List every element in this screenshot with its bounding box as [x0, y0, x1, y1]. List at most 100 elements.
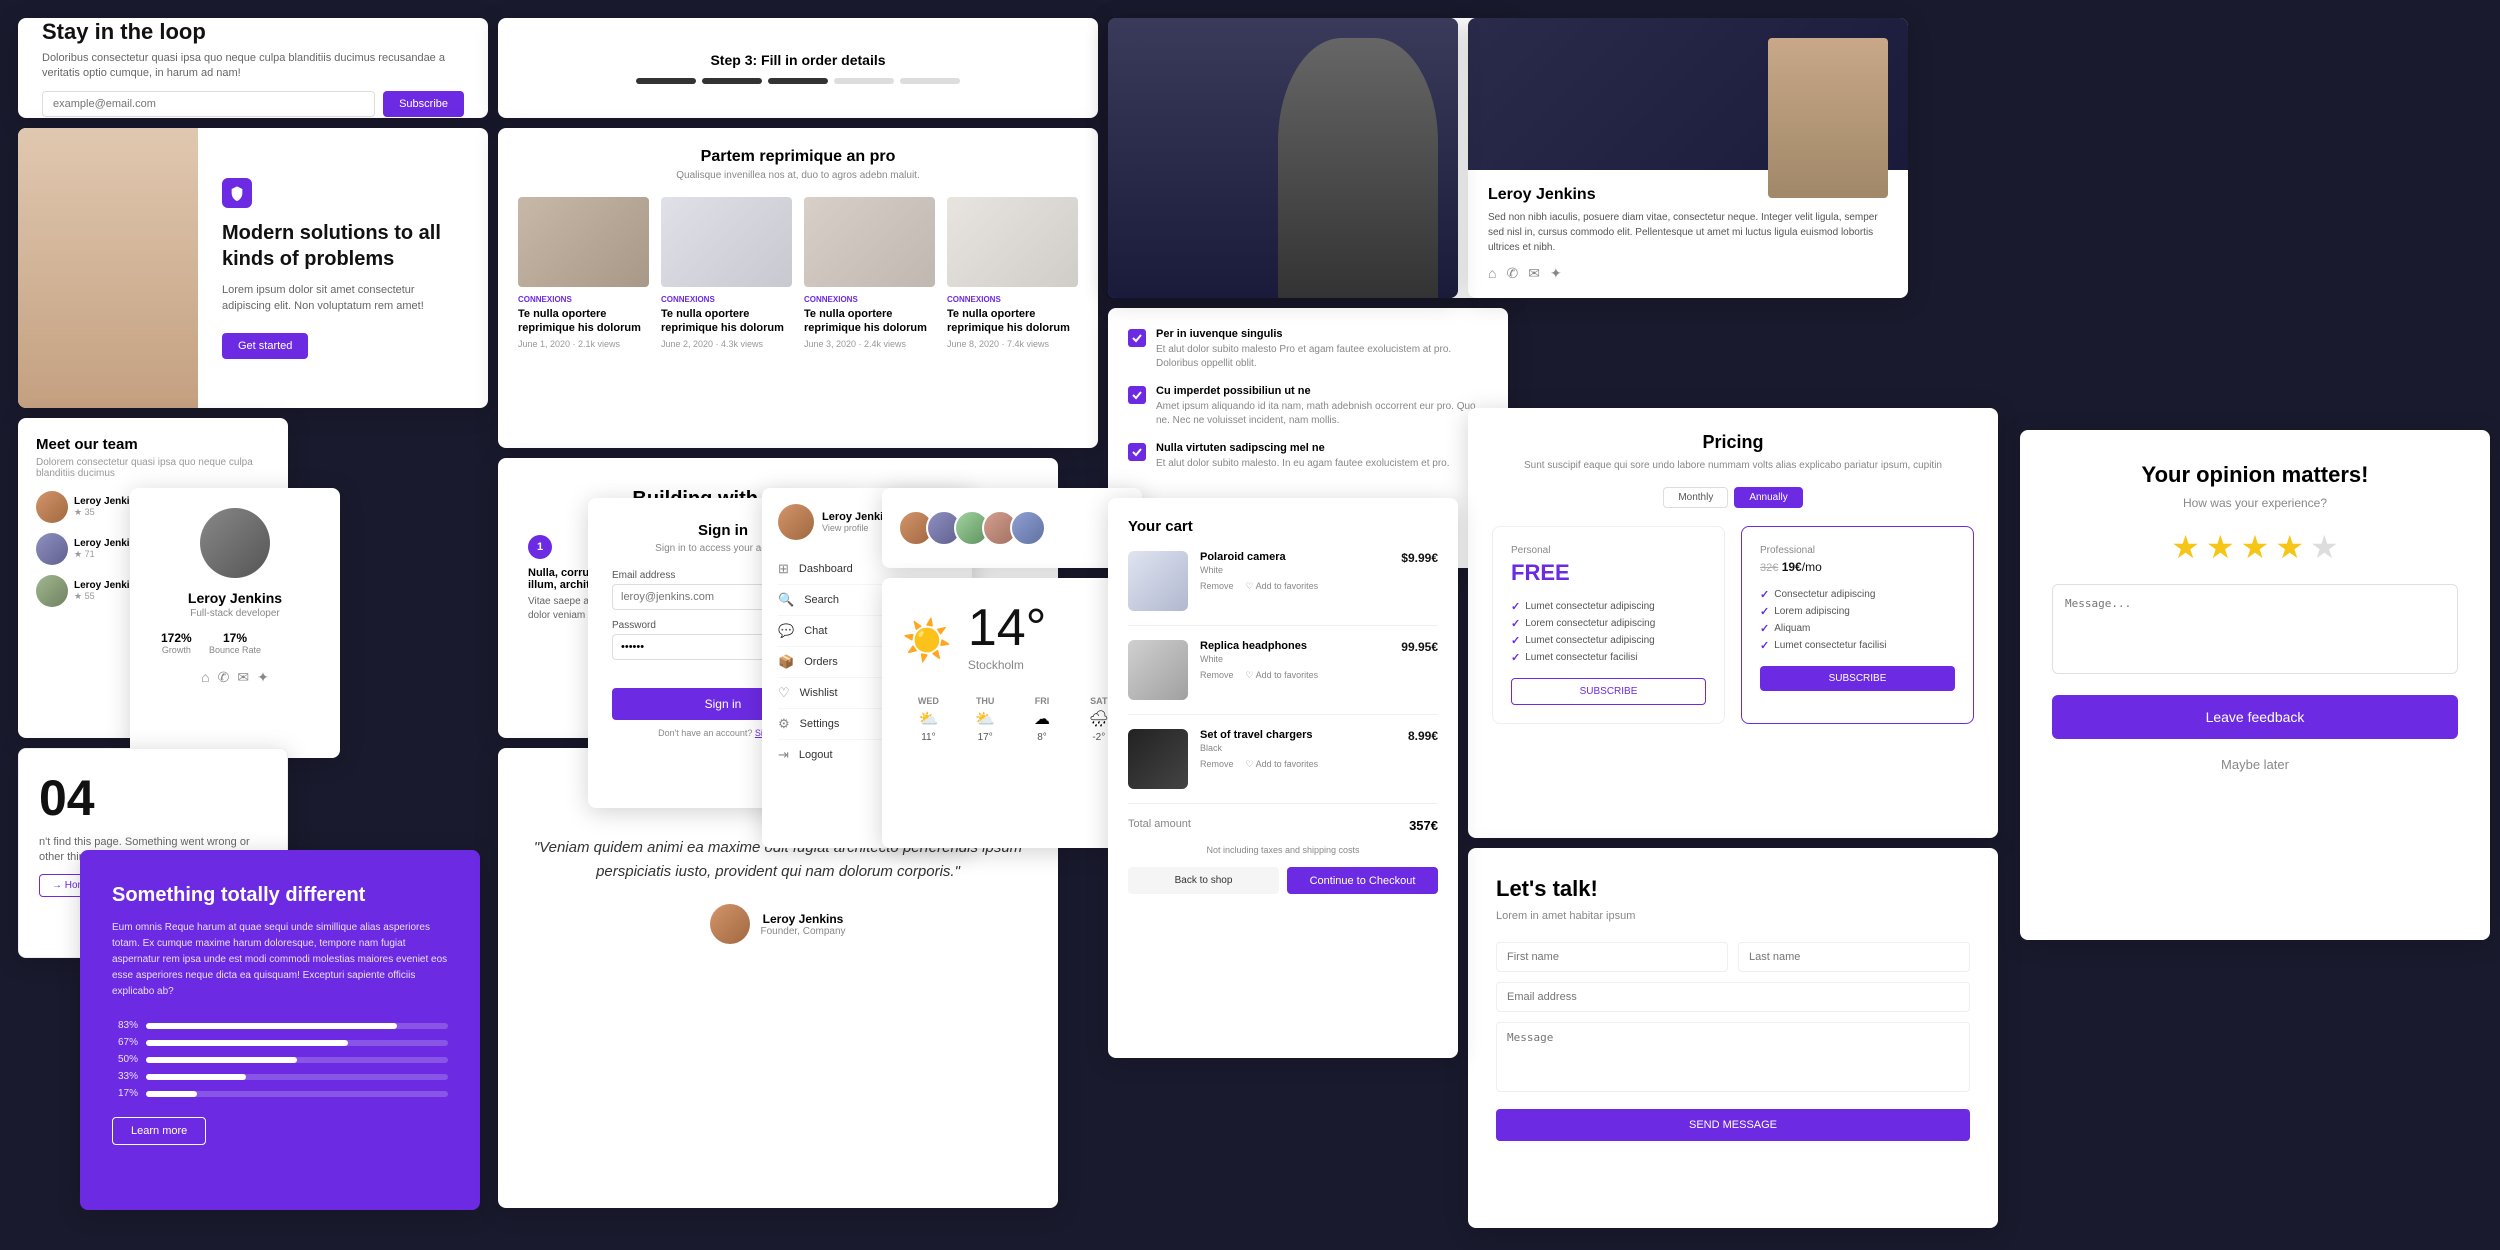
avatar [36, 575, 68, 607]
product-thumb [661, 197, 792, 287]
star-5[interactable]: ★ [2310, 528, 2339, 566]
product-item: CONNEXIONS Te nulla oportere reprimique … [947, 197, 1078, 349]
product-grid: CONNEXIONS Te nulla oportere reprimique … [518, 197, 1078, 349]
twitter-icon: ✉ [1528, 265, 1540, 282]
author-avatar [710, 904, 750, 944]
item-price: $9.99€ [1401, 551, 1438, 611]
subscribe-button[interactable]: Subscribe [383, 91, 464, 117]
check-item: Nulla virtuten sadipscing mel ne Et alut… [1128, 442, 1488, 471]
send-message-button[interactable]: SEND MESSAGE [1496, 1109, 1970, 1141]
total-amount: 357€ [1409, 818, 1438, 833]
products-heading: Partem reprimique an pro [518, 148, 1078, 166]
star-1[interactable]: ★ [2171, 528, 2200, 566]
social-avatars-card [882, 488, 1142, 568]
silhouette-card [1108, 18, 1458, 298]
remove-button[interactable]: Remove [1200, 759, 1234, 770]
dev-profile-card: Leroy Jenkins Full-stack developer 172%G… [130, 488, 340, 758]
cart-item-thumb [1128, 729, 1188, 789]
lastname-input[interactable] [1738, 942, 1970, 972]
solutions-heading: Modern solutions to all kinds of problem… [222, 220, 464, 272]
profile-background [1468, 18, 1908, 170]
message-field [1496, 1022, 1970, 1097]
newsletter-input[interactable] [42, 91, 375, 117]
cart-item: Replica headphones White Remove ♡ Add to… [1128, 640, 1438, 715]
message-input[interactable] [1496, 1022, 1970, 1092]
404-number: 04 [39, 769, 267, 827]
learn-more-button[interactable]: Learn more [112, 1117, 206, 1145]
item-price: 8.99€ [1408, 729, 1438, 789]
annually-toggle[interactable]: Annually [1734, 487, 1802, 508]
orders-icon: 📦 [778, 654, 794, 670]
search-icon: 🔍 [778, 592, 794, 608]
city: Stockholm [968, 658, 1047, 672]
pricing-heading: Pricing [1492, 432, 1974, 453]
firstname-input[interactable] [1496, 942, 1728, 972]
dev-role: Full-stack developer [150, 608, 320, 619]
pricing-grid: Personal FREE Lumet consectetur adipisci… [1492, 526, 1974, 724]
star-4[interactable]: ★ [2275, 528, 2304, 566]
pricing-card: Pricing Sunt suscipif eaque qui sore und… [1468, 408, 1998, 838]
checkout-button[interactable]: Continue to Checkout [1287, 867, 1438, 894]
add-favorites-button[interactable]: ♡ Add to favorites [1246, 670, 1319, 681]
steps-bar [636, 78, 960, 84]
different-description: Eum omnis Reque harum at quae sequi unde… [112, 920, 448, 1000]
cart-item-thumb [1128, 640, 1188, 700]
pricing-subtext: Sunt suscipif eaque qui sore undo labore… [1492, 459, 1974, 473]
star-3[interactable]: ★ [2241, 528, 2270, 566]
dashboard-icon: ⊞ [778, 561, 789, 577]
avatar [36, 491, 68, 523]
cart-card: Your cart Polaroid camera White Remove ♡… [1108, 498, 1458, 1058]
face-photo [18, 128, 198, 408]
social-avatars [898, 510, 1046, 546]
author-role: Founder, Company [760, 926, 845, 937]
feedback-heading: Your opinion matters! [2052, 462, 2458, 488]
total-label: Total amount [1128, 818, 1191, 833]
shield-icon [222, 178, 252, 208]
profile-bio: Sed non nibh iaculis, posuere diam vitae… [1488, 210, 1888, 255]
talk-heading: Let's talk! [1496, 876, 1970, 902]
products-card: Partem reprimique an pro Qualisque inven… [498, 128, 1098, 448]
add-favorites-button[interactable]: ♡ Add to favorites [1246, 581, 1319, 592]
feedback-message[interactable] [2052, 584, 2458, 674]
phone-icon: ✆ [1506, 265, 1518, 282]
back-to-shop-button[interactable]: Back to shop [1128, 867, 1279, 894]
talk-subtext: Lorem in amet habitar ipsum [1496, 910, 1970, 922]
remove-button[interactable]: Remove [1200, 670, 1234, 681]
email-input[interactable] [1496, 982, 1970, 1012]
monthly-toggle[interactable]: Monthly [1663, 487, 1728, 508]
team-heading: Meet our team [36, 436, 270, 453]
chat-icon: 💬 [778, 623, 794, 639]
testimonial-author: Leroy Jenkins Founder, Company [710, 904, 845, 944]
star-2[interactable]: ★ [2206, 528, 2235, 566]
temperature: 14° [968, 598, 1047, 658]
leave-feedback-button[interactable]: Leave feedback [2052, 695, 2458, 739]
avatar [36, 533, 68, 565]
star-rating[interactable]: ★ ★ ★ ★ ★ [2052, 528, 2458, 566]
email-field [1496, 982, 1970, 1012]
add-favorites-button[interactable]: ♡ Add to favorites [1246, 759, 1319, 770]
wishlist-icon: ♡ [778, 685, 790, 701]
product-item: CONNEXIONS Te nulla oportere reprimique … [661, 197, 792, 349]
personal-subscribe-button[interactable]: SUBSCRIBE [1511, 678, 1706, 705]
maybe-later-button[interactable]: Maybe later [2052, 751, 2458, 778]
silhouette-bg [1108, 18, 1458, 298]
cart-item-thumb [1128, 551, 1188, 611]
solutions-description: Lorem ipsum dolor sit amet consectetur a… [222, 282, 464, 315]
remove-button[interactable]: Remove [1200, 581, 1234, 592]
step-4 [834, 78, 894, 84]
feedback-card: Your opinion matters! How was your exper… [2020, 430, 2490, 940]
product-thumb [947, 197, 1078, 287]
step-2 [702, 78, 762, 84]
pro-subscribe-button[interactable]: SUBSCRIBE [1760, 666, 1955, 691]
cart-item: Set of travel chargers Black Remove ♡ Ad… [1128, 729, 1438, 804]
lastname-field [1738, 942, 1970, 972]
product-item: CONNEXIONS Te nulla oportere reprimique … [518, 197, 649, 349]
profile-photo [1768, 38, 1888, 198]
newsletter-description: Doloribus consectetur quasi ipsa quo neq… [42, 51, 464, 82]
solutions-image [18, 128, 198, 408]
different-card: Something totally different Eum omnis Re… [80, 850, 480, 1210]
author-name: Leroy Jenkins [760, 912, 845, 926]
get-started-button[interactable]: Get started [222, 333, 308, 359]
product-thumb [804, 197, 935, 287]
check-item: Per in iuvenque singulis Et alut dolor s… [1128, 328, 1488, 371]
